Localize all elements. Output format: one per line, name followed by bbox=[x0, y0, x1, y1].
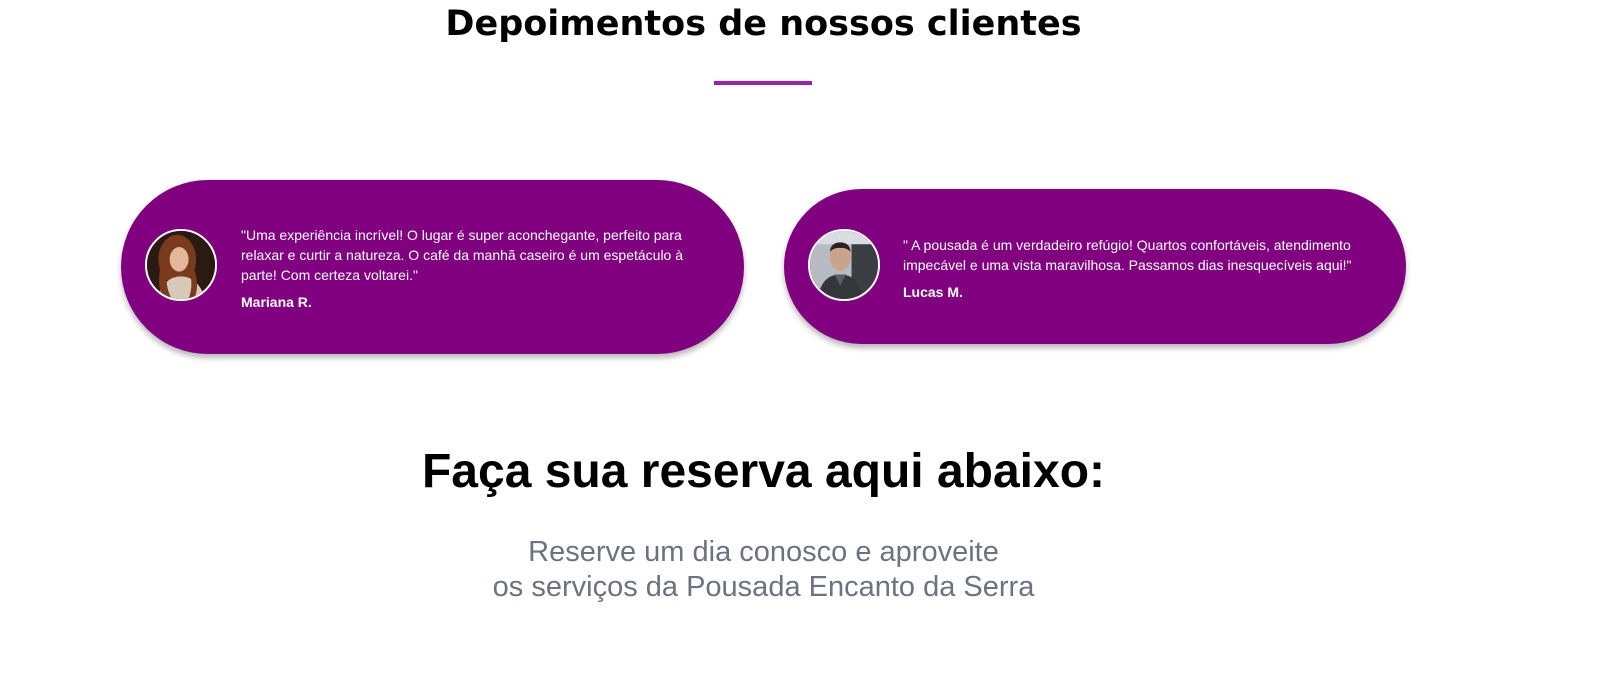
testimonial-author: Lucas M. bbox=[903, 284, 963, 300]
testimonial-quote: " A pousada é um verdadeiro refúgio! Qua… bbox=[903, 237, 1352, 273]
testimonial-card-2: " A pousada é um verdadeiro refúgio! Qua… bbox=[784, 189, 1406, 344]
man-portrait-avatar-icon bbox=[810, 231, 878, 299]
title-underline-divider bbox=[714, 81, 812, 85]
testimonial-author: Mariana R. bbox=[241, 294, 312, 310]
testimonial-quote: "Uma experiência incrível! O lugar é sup… bbox=[241, 227, 684, 283]
reservation-title: Faça sua reserva aqui abaixo: bbox=[421, 445, 1105, 498]
avatar-mariana bbox=[145, 229, 217, 301]
reservation-subtitle: Reserve um dia conosco e aproveite os se… bbox=[0, 535, 1527, 605]
testimonials-title: Depoimentos de nossos clientes bbox=[445, 4, 1082, 44]
reservation-subtitle-line-1: Reserve um dia conosco e aproveite bbox=[528, 536, 999, 568]
reservation-subtitle-line-2: os serviços da Pousada Encanto da Serra bbox=[492, 571, 1035, 603]
avatar-lucas bbox=[808, 229, 880, 301]
woman-portrait-avatar-icon bbox=[147, 231, 215, 299]
testimonial-content-1: "Uma experiência incrível! O lugar é sup… bbox=[241, 225, 691, 312]
testimonial-card-1: "Uma experiência incrível! O lugar é sup… bbox=[121, 180, 744, 354]
testimonial-content-2: " A pousada é um verdadeiro refúgio! Qua… bbox=[903, 235, 1358, 302]
